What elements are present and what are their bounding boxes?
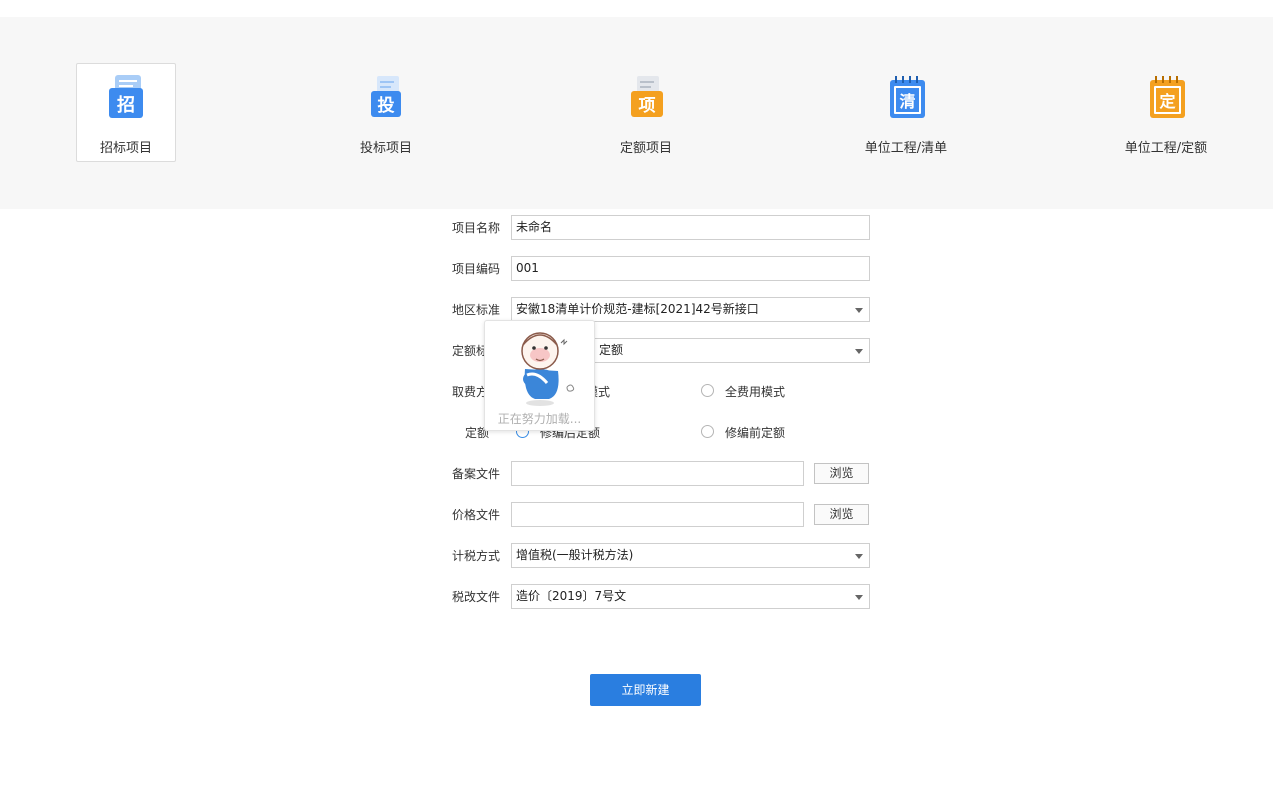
- list-icon-char: 清: [899, 92, 915, 111]
- quota-version-option2-radio[interactable]: [701, 425, 714, 438]
- filing-file-input[interactable]: [511, 461, 804, 486]
- type-label: 单位工程/定额: [1124, 141, 1208, 156]
- bid-icon-char: 投: [378, 95, 395, 116]
- tax-method-select[interactable]: 增值税(一般计税方法): [511, 543, 870, 568]
- project-type-bar: 招 招标项目 投 投标项目 项 定额项目 清 单位工程/清单 定 单位工程/定额: [0, 17, 1273, 209]
- quota-standard-value: 定额: [599, 343, 624, 357]
- type-unit-list[interactable]: 清 单位工程/清单: [856, 63, 956, 162]
- tax-reform-value: 造价〔2019〕7号文: [516, 589, 627, 603]
- region-standard-value: 安徽18清单计价规范-建标[2021]42号新接口: [516, 302, 759, 316]
- type-unit-quota[interactable]: 定 单位工程/定额: [1116, 63, 1216, 162]
- type-label: 投标项目: [359, 141, 412, 156]
- type-label: 定额项目: [619, 141, 672, 156]
- unit-quota-notebook-icon: 定: [1150, 76, 1185, 118]
- quota-unit-icon-char: 定: [1158, 92, 1175, 111]
- filing-file-browse-button[interactable]: 浏览: [814, 463, 869, 484]
- unit-list-notebook-icon: 清: [890, 76, 925, 118]
- quota-icon-char: 项: [639, 96, 656, 116]
- type-label: 招标项目: [99, 141, 152, 156]
- tax-reform-select[interactable]: 造价〔2019〕7号文: [511, 584, 870, 609]
- tax-method-value: 增值税(一般计税方法): [516, 548, 634, 562]
- loading-text: 正在努力加载...: [497, 412, 582, 426]
- region-standard-select[interactable]: 安徽18清单计价规范-建标[2021]42号新接口: [511, 297, 870, 322]
- quota-version-option2-label: 修编前定额: [725, 426, 786, 440]
- chevron-down-icon: [855, 595, 863, 600]
- chevron-down-icon: [855, 554, 863, 559]
- loading-popup: 正在努力加载...: [484, 320, 595, 431]
- mascot-loading-icon: [521, 332, 575, 406]
- project-code-input[interactable]: 001: [511, 256, 870, 281]
- project-name-input[interactable]: 未命名: [511, 215, 870, 240]
- tax-reform-label: 税改文件: [452, 590, 501, 604]
- type-label: 单位工程/清单: [864, 141, 948, 156]
- type-tender-project[interactable]: 招 招标项目: [76, 63, 176, 162]
- tax-method-label: 计税方式: [452, 549, 501, 563]
- project-name-label: 项目名称: [452, 221, 501, 235]
- tender-doc-icon: 招: [109, 75, 143, 118]
- type-bid-project[interactable]: 投 投标项目: [336, 63, 436, 162]
- price-file-label: 价格文件: [452, 508, 501, 522]
- filing-file-label: 备案文件: [452, 467, 501, 481]
- chevron-down-icon: [855, 349, 863, 354]
- bid-doc-icon: 投: [371, 76, 401, 117]
- tender-icon-char: 招: [117, 94, 135, 116]
- create-now-button[interactable]: 立即新建: [590, 674, 701, 706]
- region-standard-label: 地区标准: [452, 303, 501, 317]
- project-code-label: 项目编码: [452, 262, 501, 276]
- quota-project-icon: 项: [631, 76, 663, 117]
- chevron-down-icon: [855, 308, 863, 313]
- type-quota-project[interactable]: 项 定额项目: [596, 63, 696, 162]
- fee-mode-option2-label: 全费用模式: [725, 385, 786, 399]
- fee-mode-option2-radio[interactable]: [701, 384, 714, 397]
- price-file-input[interactable]: [511, 502, 804, 527]
- price-file-browse-button[interactable]: 浏览: [814, 504, 869, 525]
